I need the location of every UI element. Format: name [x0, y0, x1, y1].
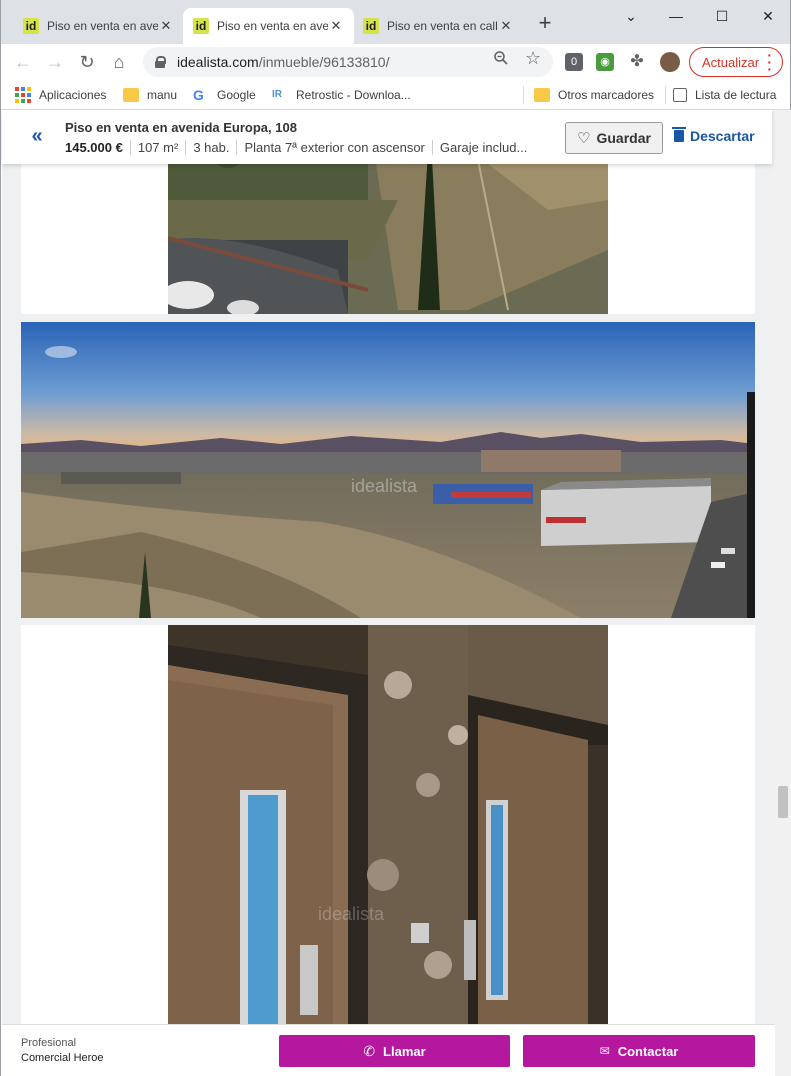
- contact-footer: Profesional Comercial Heroe ✆ Llamar ✉ C…: [2, 1024, 775, 1076]
- apps-grid-icon: [15, 87, 31, 103]
- new-tab-icon[interactable]: +: [533, 12, 557, 36]
- contact-button[interactable]: ✉ Contactar: [523, 1035, 755, 1067]
- google-icon: G: [193, 87, 204, 103]
- tab-title: Piso en venta en aven: [217, 19, 328, 33]
- browser-window: id Piso en venta en aven ✕ id Piso en ve…: [0, 0, 791, 1076]
- back-arrow-icon[interactable]: ←: [11, 50, 35, 74]
- reload-icon[interactable]: ↻: [75, 50, 99, 74]
- bookmarks-bar: Aplicaciones manu G Google IR Retrostic …: [1, 80, 790, 110]
- bookmark-separator: [523, 86, 524, 104]
- profile-avatar[interactable]: [660, 52, 680, 72]
- trash-icon: [672, 127, 686, 142]
- listing-area: 107 m²: [129, 140, 185, 155]
- folder-icon: [534, 88, 550, 102]
- listing-title: Piso en venta en avenida Europa, 108: [65, 120, 297, 135]
- save-label: Guardar: [596, 130, 651, 146]
- url-host: idealista.com: [177, 54, 259, 70]
- idealista-favicon: id: [193, 18, 209, 34]
- bookmark-reading-list[interactable]: Lista de lectura: [673, 86, 776, 104]
- listing-rooms: 3 hab.: [185, 140, 236, 155]
- close-tab-icon[interactable]: ✕: [498, 18, 514, 34]
- listing-price: 145.000 €: [65, 140, 123, 155]
- photo-elevators[interactable]: idealista: [168, 625, 608, 1076]
- minimize-icon[interactable]: —: [653, 4, 699, 28]
- folder-icon: [123, 88, 139, 102]
- heart-icon: ♡: [577, 130, 591, 147]
- discard-button[interactable]: Descartar: [672, 127, 755, 144]
- bookmark-google[interactable]: G Google: [193, 86, 256, 104]
- menu-dots-icon: · · ·: [767, 47, 772, 77]
- bookmark-label: Google: [217, 88, 256, 102]
- chat-icon: ✉: [599, 1044, 610, 1058]
- bookmark-retrostic[interactable]: IR Retrostic - Downloa...: [272, 86, 411, 104]
- photo-card: idealista: [21, 625, 755, 1076]
- bookmark-label: Aplicaciones: [39, 88, 107, 102]
- extensions-puzzle-icon[interactable]: ✤: [628, 53, 646, 71]
- bookmark-label: Retrostic - Downloa...: [296, 88, 411, 102]
- update-label: Actualizar: [702, 54, 760, 70]
- close-tab-icon[interactable]: ✕: [158, 18, 174, 34]
- bookmark-label: manu: [147, 88, 178, 102]
- browser-toolbar: ← → ↻ ⌂ idealista.com/inmueble/96133810/…: [1, 44, 790, 80]
- bookmark-separator: [665, 86, 666, 104]
- bookmark-star-icon[interactable]: ☆: [525, 48, 541, 69]
- scrollbar-thumb[interactable]: [778, 786, 788, 818]
- lock-icon[interactable]: [155, 56, 166, 68]
- call-button[interactable]: ✆ Llamar: [279, 1035, 510, 1067]
- update-button[interactable]: Actualizar · · ·: [689, 47, 783, 77]
- forward-arrow-icon[interactable]: →: [43, 50, 67, 74]
- tab-search-chevron-icon[interactable]: ⌄: [608, 4, 654, 28]
- extension-green-icon[interactable]: ◉: [596, 53, 614, 71]
- address-bar[interactable]: idealista.com/inmueble/96133810/: [143, 47, 553, 77]
- tab-strip: id Piso en venta en aven ✕ id Piso en ve…: [1, 0, 790, 44]
- extension-zero-icon[interactable]: 0: [565, 53, 583, 71]
- close-window-icon[interactable]: ✕: [745, 4, 791, 28]
- back-double-chevron-icon[interactable]: «: [21, 122, 53, 152]
- url-path: /inmueble/96133810/: [258, 54, 390, 70]
- retrostic-icon: IR: [272, 89, 282, 100]
- home-icon[interactable]: ⌂: [107, 50, 131, 74]
- advertiser-name: Comercial Heroe: [21, 1052, 104, 1064]
- listing-floor: Planta 7ª exterior con ascensor: [236, 140, 431, 155]
- contact-label: Contactar: [617, 1043, 679, 1059]
- advertiser-type: Profesional: [21, 1037, 77, 1049]
- listing-details: 145.000 € 107 m² 3 hab. Planta 7ª exteri…: [65, 140, 534, 155]
- bookmark-other[interactable]: Otros marcadores: [534, 86, 654, 104]
- idealista-favicon: id: [23, 18, 39, 34]
- bookmark-label: Lista de lectura: [695, 88, 777, 102]
- bookmark-apps[interactable]: Aplicaciones: [15, 86, 106, 104]
- page-content: idealista idealista: [2, 110, 775, 1076]
- tab-title: Piso en venta en call: [387, 19, 498, 33]
- photo-panorama[interactable]: idealista: [21, 322, 755, 618]
- reading-list-icon: [673, 88, 687, 102]
- call-label: Llamar: [383, 1043, 426, 1059]
- phone-icon: ✆: [363, 1042, 376, 1059]
- bookmark-label: Otros marcadores: [558, 88, 655, 102]
- maximize-icon[interactable]: ☐: [699, 4, 745, 28]
- bookmark-manu[interactable]: manu: [123, 86, 177, 104]
- tab-2-active[interactable]: id Piso en venta en aven ✕: [183, 8, 354, 44]
- zoom-icon[interactable]: [493, 50, 509, 70]
- save-button[interactable]: ♡ Guardar: [565, 122, 663, 154]
- tab-1[interactable]: id Piso en venta en aven ✕: [13, 8, 184, 44]
- discard-label: Descartar: [690, 128, 755, 144]
- watermark-text: idealista: [351, 476, 418, 496]
- tab-title: Piso en venta en aven: [47, 19, 158, 33]
- listing-sticky-header: « Piso en venta en avenida Europa, 108 1…: [2, 110, 772, 164]
- idealista-favicon: id: [363, 18, 379, 34]
- close-tab-icon[interactable]: ✕: [328, 18, 344, 34]
- watermark-text: idealista: [318, 904, 385, 924]
- page-scrollbar[interactable]: [775, 110, 791, 1076]
- tab-3[interactable]: id Piso en venta en call ✕: [353, 8, 524, 44]
- listing-garage: Garaje includ...: [431, 140, 534, 155]
